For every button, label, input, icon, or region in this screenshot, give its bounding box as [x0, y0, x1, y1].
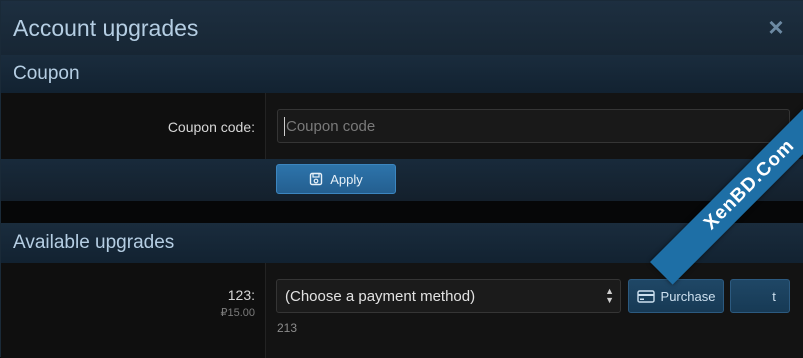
upgrade-title: 123:: [227, 287, 255, 303]
section-spacer: [1, 201, 803, 223]
purchase-button[interactable]: Purchase: [628, 279, 724, 313]
payment-method-selected: (Choose a payment method): [285, 288, 476, 305]
apply-button[interactable]: Apply: [276, 164, 396, 194]
coupon-submit-bar: [1, 159, 803, 202]
upgrades-section-title: Available upgrades: [13, 232, 175, 253]
upgrade-label-column: 123: ₽15.00: [1, 263, 266, 358]
dialog-title: Account upgrades: [13, 15, 199, 41]
text-caret: [284, 117, 285, 136]
credit-card-icon: [636, 289, 655, 303]
coupon-label-column: Coupon code:: [1, 93, 266, 159]
gift-button-label: t: [772, 288, 776, 304]
save-icon: [310, 172, 323, 186]
coupon-code-input[interactable]: [277, 109, 790, 143]
gift-button[interactable]: t: [730, 279, 790, 313]
coupon-section-title: Coupon: [13, 63, 80, 84]
apply-button-label: Apply: [330, 171, 363, 187]
upgrade-price: ₽15.00: [220, 307, 255, 319]
dialog-header: Account upgrades ×: [1, 1, 803, 56]
close-icon[interactable]: ×: [765, 14, 787, 40]
account-upgrades-dialog: Account upgrades × Coupon Coupon code: A…: [0, 0, 803, 358]
payment-method-select[interactable]: (Choose a payment method) ▲ ▼: [276, 279, 621, 313]
select-arrows-icon: ▲ ▼: [605, 286, 614, 305]
purchase-button-label: Purchase: [660, 288, 716, 304]
coupon-section-header: Coupon: [1, 55, 803, 94]
coupon-code-label: Coupon code:: [167, 119, 255, 135]
upgrade-description: 213: [277, 321, 298, 335]
